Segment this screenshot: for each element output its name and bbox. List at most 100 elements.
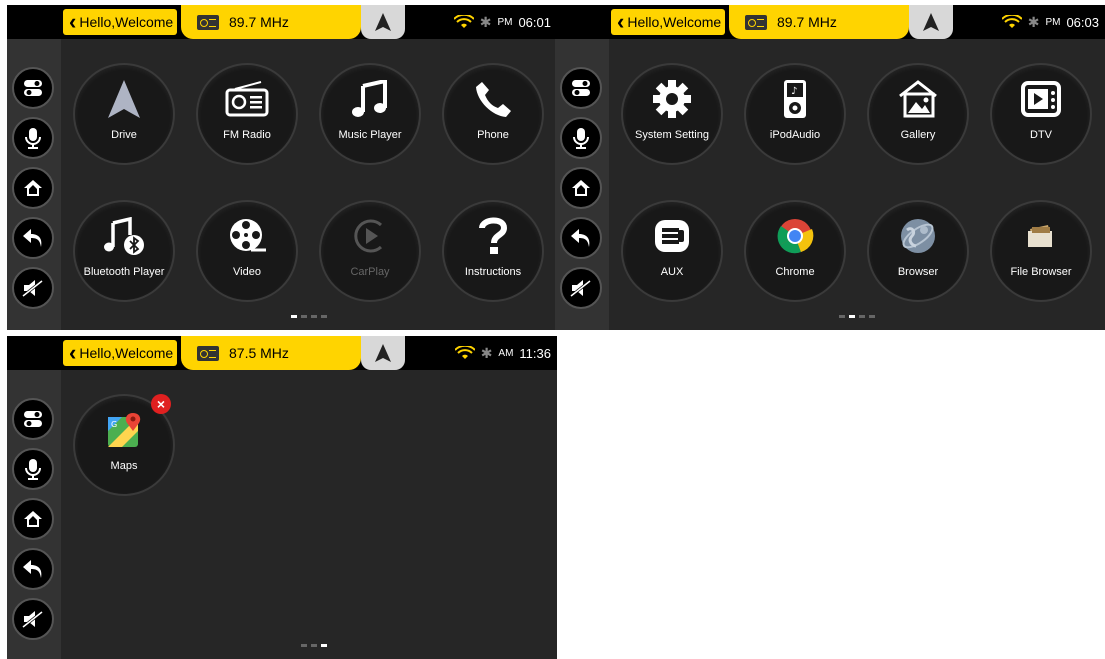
svg-text:G: G bbox=[111, 420, 117, 429]
app-gallery[interactable]: Gallery bbox=[863, 59, 975, 171]
home-icon bbox=[24, 180, 42, 196]
maps-icon: G bbox=[108, 413, 141, 447]
toggle-icon bbox=[572, 80, 590, 96]
home-button[interactable] bbox=[12, 167, 54, 209]
sidebar bbox=[7, 39, 61, 330]
app-file-browser[interactable]: File Browser bbox=[986, 196, 1098, 308]
back-button[interactable] bbox=[560, 217, 602, 259]
folder-icon bbox=[1028, 225, 1052, 247]
app-instructions[interactable]: Instructions bbox=[438, 196, 550, 308]
clock-time: 06:01 bbox=[518, 14, 551, 30]
app-dtv[interactable]: DTV bbox=[986, 59, 1098, 171]
microphone-icon bbox=[573, 128, 589, 149]
app-music-player[interactable]: Music Player bbox=[315, 59, 427, 171]
navigation-tab[interactable] bbox=[909, 5, 953, 39]
microphone-icon bbox=[25, 128, 41, 149]
back-arrow-icon bbox=[23, 229, 42, 247]
sidebar bbox=[555, 39, 609, 330]
navigation-tab[interactable] bbox=[361, 5, 405, 39]
status-bar: ‹ Hello,Welcome 87.5 MHz ✱ AM 11:36 bbox=[7, 336, 557, 370]
back-arrow-icon bbox=[23, 560, 42, 578]
page-indicator bbox=[301, 644, 327, 647]
home-icon bbox=[572, 180, 590, 196]
app-label: Chrome bbox=[775, 266, 815, 278]
home-button[interactable] bbox=[560, 167, 602, 209]
app-fm-radio[interactable]: FM Radio bbox=[192, 59, 304, 171]
voice-button[interactable] bbox=[12, 117, 54, 159]
greeting-label: Hello,Welcome bbox=[79, 14, 174, 30]
app-ipod-audio[interactable]: ♪ iPodAudio bbox=[740, 59, 852, 171]
home-icon bbox=[24, 511, 42, 527]
toggle-icon bbox=[24, 80, 42, 96]
home-screen-page-1: ‹ Hello,Welcome 89.7 MHz ✱ PM 06:01 Driv… bbox=[7, 5, 557, 330]
app-label: Instructions bbox=[464, 266, 522, 278]
app-grid: System Setting ♪ iPodAudio Gallery DTV A… bbox=[609, 39, 1105, 330]
app-label: Music Player bbox=[338, 129, 402, 141]
wifi-icon bbox=[454, 346, 475, 359]
back-welcome-button[interactable]: ‹ Hello,Welcome bbox=[63, 340, 177, 366]
ipod-icon: ♪ bbox=[784, 80, 806, 118]
app-grid: G Maps × bbox=[61, 370, 557, 659]
radio-widget[interactable]: 87.5 MHz bbox=[181, 336, 361, 370]
bluetooth-icon: ✱ bbox=[1027, 13, 1040, 30]
radio-icon bbox=[745, 14, 767, 30]
page-indicator bbox=[291, 315, 327, 318]
app-label: DTV bbox=[1030, 129, 1052, 141]
settings-toggle-button[interactable] bbox=[560, 67, 602, 109]
page-indicator bbox=[839, 315, 875, 318]
app-carplay[interactable]: CarPlay bbox=[315, 196, 427, 308]
mute-icon bbox=[570, 279, 591, 298]
status-bar: ‹ Hello,Welcome 89.7 MHz ✱ PM 06:01 bbox=[7, 5, 557, 39]
mute-button[interactable] bbox=[12, 267, 54, 309]
ampm-label: PM bbox=[497, 16, 513, 28]
app-drive[interactable]: Drive bbox=[69, 59, 181, 171]
radio-widget[interactable]: 89.7 MHz bbox=[729, 5, 909, 39]
navigation-arrow-icon bbox=[375, 344, 391, 362]
app-browser[interactable]: Browser bbox=[863, 196, 975, 308]
settings-toggle-button[interactable] bbox=[12, 398, 54, 440]
voice-button[interactable] bbox=[560, 117, 602, 159]
microphone-icon bbox=[25, 459, 41, 480]
status-area: ✱ PM 06:03 bbox=[1001, 5, 1099, 39]
voice-button[interactable] bbox=[12, 448, 54, 490]
app-aux[interactable]: AUX bbox=[617, 196, 729, 308]
app-label: Gallery bbox=[900, 129, 936, 141]
mute-icon bbox=[22, 279, 43, 298]
radio-widget[interactable]: 89.7 MHz bbox=[181, 5, 361, 39]
greeting-label: Hello,Welcome bbox=[627, 14, 722, 30]
globe-icon bbox=[901, 219, 935, 253]
app-label: Phone bbox=[477, 129, 509, 141]
back-button[interactable] bbox=[12, 548, 54, 590]
app-label: File Browser bbox=[1010, 266, 1072, 278]
app-system-setting[interactable]: System Setting bbox=[617, 59, 729, 171]
settings-toggle-button[interactable] bbox=[12, 67, 54, 109]
app-bluetooth-player[interactable]: Bluetooth Player bbox=[69, 196, 181, 308]
gear-icon bbox=[653, 80, 691, 118]
aux-cable-icon bbox=[655, 220, 689, 252]
back-button[interactable] bbox=[12, 217, 54, 259]
mute-button[interactable] bbox=[12, 598, 54, 640]
delete-app-button[interactable]: × bbox=[151, 394, 171, 414]
radio-icon bbox=[225, 81, 269, 117]
ampm-label: PM bbox=[1045, 16, 1061, 28]
app-label: Drive bbox=[111, 129, 137, 141]
app-phone[interactable]: Phone bbox=[438, 59, 550, 171]
navigation-arrow-icon bbox=[375, 13, 391, 31]
frequency-label: 89.7 MHz bbox=[777, 14, 837, 30]
app-label: System Setting bbox=[635, 129, 709, 141]
app-label: Browser bbox=[897, 266, 939, 278]
chevron-left-icon: ‹ bbox=[69, 340, 77, 365]
home-button[interactable] bbox=[12, 498, 54, 540]
mute-button[interactable] bbox=[560, 267, 602, 309]
app-chrome[interactable]: Chrome bbox=[740, 196, 852, 308]
app-grid: Drive FM Radio Music Player Phone Blueto… bbox=[61, 39, 557, 330]
back-arrow-icon bbox=[571, 229, 590, 247]
app-maps[interactable]: G Maps × bbox=[69, 390, 181, 502]
phone-icon bbox=[476, 82, 511, 117]
app-video[interactable]: Video bbox=[192, 196, 304, 308]
navigation-tab[interactable] bbox=[361, 336, 405, 370]
chevron-left-icon: ‹ bbox=[69, 9, 77, 34]
back-welcome-button[interactable]: ‹ Hello,Welcome bbox=[63, 9, 177, 35]
tv-icon bbox=[1021, 81, 1061, 117]
back-welcome-button[interactable]: ‹ Hello,Welcome bbox=[611, 9, 725, 35]
